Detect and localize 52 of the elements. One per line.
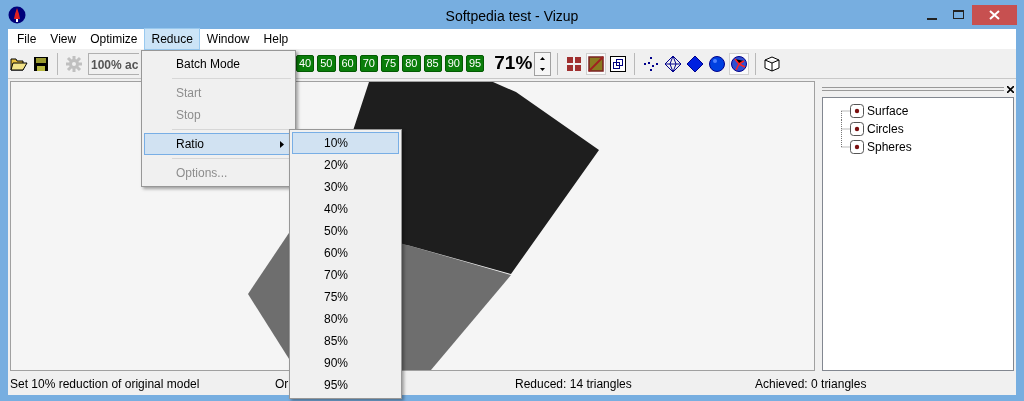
menu-item[interactable]: Batch Mode	[144, 53, 293, 75]
menu-item[interactable]: File	[10, 28, 44, 50]
status-text: Set 10% reduction of original model	[10, 377, 200, 391]
menu-item[interactable]: Help	[256, 28, 296, 50]
menu-item[interactable]: 60%	[292, 242, 399, 264]
tree-node-icon	[841, 120, 865, 138]
tree-node-icon	[841, 138, 865, 156]
status-text: Or	[275, 377, 289, 391]
menu-item[interactable]: 10%	[292, 132, 399, 154]
accuracy-field[interactable]: 100% ac	[88, 52, 140, 75]
ratio-button[interactable]: 85	[423, 55, 442, 72]
status-text: Achieved: 0 triangles	[755, 377, 867, 391]
ratio-button[interactable]: 75	[381, 55, 400, 72]
close-button[interactable]	[972, 4, 1017, 25]
diagonal-square-icon[interactable]	[586, 52, 607, 75]
maximize-icon	[953, 10, 964, 19]
window-title: Softpedia test - Vizup	[445, 7, 579, 26]
menu-item[interactable]: 30%	[292, 176, 399, 198]
globe-icon[interactable]	[729, 52, 750, 75]
menu-item[interactable]: 50%	[292, 220, 399, 242]
tree-item[interactable]: Spheres	[867, 138, 912, 156]
down-arrow-icon	[540, 67, 546, 71]
ratio-button[interactable]: 80	[402, 55, 421, 72]
menu-item[interactable]: Optimize	[83, 28, 145, 50]
menu-item[interactable]: Window	[199, 28, 257, 50]
close-icon[interactable]	[1007, 85, 1014, 93]
app-icon	[8, 5, 26, 24]
up-arrow-icon	[540, 56, 546, 60]
status-text: Reduced: 14 triangles	[515, 377, 632, 391]
menu-item[interactable]: 75%	[292, 286, 399, 308]
menu-item[interactable]: Reduce	[144, 28, 200, 50]
menu-item[interactable]: 80%	[292, 308, 399, 330]
minimize-icon	[926, 17, 937, 20]
spin-control[interactable]	[534, 51, 552, 76]
tree-item[interactable]: Circles	[867, 120, 904, 138]
menu-item[interactable]: 90%	[292, 352, 399, 374]
ratio-button[interactable]: 95	[466, 55, 485, 72]
ratio-button[interactable]: 70	[359, 55, 378, 72]
ratio-button[interactable]: 50	[317, 55, 336, 72]
ratio-button[interactable]: 60	[338, 55, 357, 72]
tree-item[interactable]: Surface	[867, 102, 909, 120]
ratio-value: 71%	[494, 51, 533, 76]
menu-item[interactable]: 20%	[292, 154, 399, 176]
tree-node-icon	[841, 102, 865, 120]
ratio-button[interactable]: 40	[296, 55, 315, 72]
menu-item[interactable]: View	[43, 28, 84, 50]
menu-item[interactable]: 40%	[292, 198, 399, 220]
close-icon	[989, 9, 1000, 20]
ratio-button[interactable]: 90	[444, 55, 463, 72]
menu-item[interactable]: 85%	[292, 330, 399, 352]
menu-item[interactable]: 70%	[292, 264, 399, 286]
menu-item[interactable]: 95%	[292, 374, 399, 396]
